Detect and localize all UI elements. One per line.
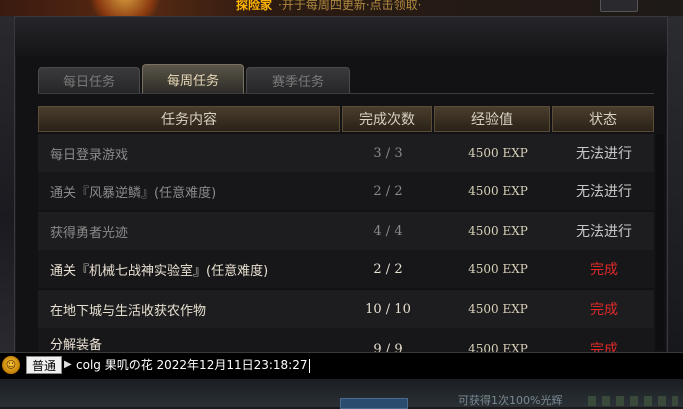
task-status: 完成	[590, 342, 618, 352]
task-count: 3 / 3	[373, 145, 403, 161]
task-name: 通关『风暴逆鳞』(任意难度)	[50, 185, 217, 201]
column-header-status: 状态	[552, 106, 654, 132]
task-count: 2 / 2	[373, 183, 403, 199]
tab-weekly[interactable]: 每周任务	[142, 64, 244, 93]
task-status: 完成	[590, 262, 618, 278]
text-caret	[308, 358, 310, 373]
task-name: 在地下城与生活收获农作物	[50, 303, 207, 319]
emoji-face-icon[interactable]: ☺	[2, 356, 20, 374]
task-exp: 4500 EXP	[468, 184, 528, 198]
task-exp: 4500 EXP	[468, 146, 528, 160]
task-name: 获得勇者光迹	[50, 225, 129, 241]
task-row: 每日登录游戏 3 / 3 4500 EXP 无法进行	[38, 134, 654, 172]
column-header-content: 任务内容	[38, 106, 340, 132]
tab-daily[interactable]: 每日任务	[38, 67, 140, 93]
task-exp: 4500 EXP	[468, 342, 528, 352]
ticker-title: 探险家	[236, 0, 273, 12]
chat-arrow-icon: ▶	[64, 359, 72, 370]
game-scene-right	[667, 16, 683, 356]
task-count: 9 / 9	[373, 341, 403, 353]
chat-input-field[interactable]: colg 果叽の花 2022年12月11日23:18:27	[76, 356, 310, 374]
task-status: 无法进行	[576, 184, 632, 200]
task-count: 10 / 10	[365, 301, 411, 317]
task-row: 通关『机械七战神实验室』(任意难度) 2 / 2 4500 EXP 完成	[38, 250, 654, 288]
column-header-count: 完成次数	[342, 106, 432, 132]
column-header-exp: 经验值	[434, 106, 550, 132]
tab-season[interactable]: 赛季任务	[246, 67, 350, 93]
task-count: 4 / 4	[373, 223, 403, 239]
task-exp: 4500 EXP	[468, 262, 528, 276]
bottom-hud-note: 可获得1次100%光辉	[458, 394, 563, 407]
task-list-scrollbar[interactable]	[656, 134, 664, 350]
task-name: 每日登录游戏	[50, 147, 129, 163]
panel-top-shade	[15, 17, 667, 57]
task-status: 无法进行	[576, 146, 632, 162]
bottom-hud-button[interactable]	[340, 398, 408, 409]
bottom-hud-icons[interactable]	[588, 396, 678, 406]
task-row: 在地下城与生活收获农作物 10 / 10 4500 EXP 完成	[38, 290, 654, 328]
task-count: 2 / 2	[373, 261, 403, 277]
tab-divider	[38, 93, 654, 94]
ticker-subtitle: ·开于每周四更新·点击领取·	[278, 0, 422, 12]
game-scene-left	[0, 16, 14, 356]
task-name: 通关『机械七战神实验室』(任意难度)	[50, 263, 269, 279]
task-status: 无法进行	[576, 224, 632, 240]
chat-channel-button[interactable]: 普通	[26, 356, 62, 374]
task-name: 分解装备	[50, 337, 103, 353]
task-status: 完成	[590, 302, 618, 318]
task-row: 通关『风暴逆鳞』(任意难度) 2 / 2 4500 EXP 无法进行	[38, 172, 654, 210]
task-row: 分解装备 9 / 9 4500 EXP 完成	[38, 328, 654, 352]
task-exp: 4500 EXP	[468, 302, 528, 316]
event-ticker: 探险家 ·开于每周四更新·点击领取·	[236, 0, 421, 12]
task-row: 获得勇者光迹 4 / 4 4500 EXP 无法进行	[38, 212, 654, 250]
task-exp: 4500 EXP	[468, 224, 528, 238]
chat-message-text: colg 果叽の花 2022年12月11日23:18:27	[76, 358, 308, 372]
top-right-button[interactable]	[600, 0, 638, 12]
